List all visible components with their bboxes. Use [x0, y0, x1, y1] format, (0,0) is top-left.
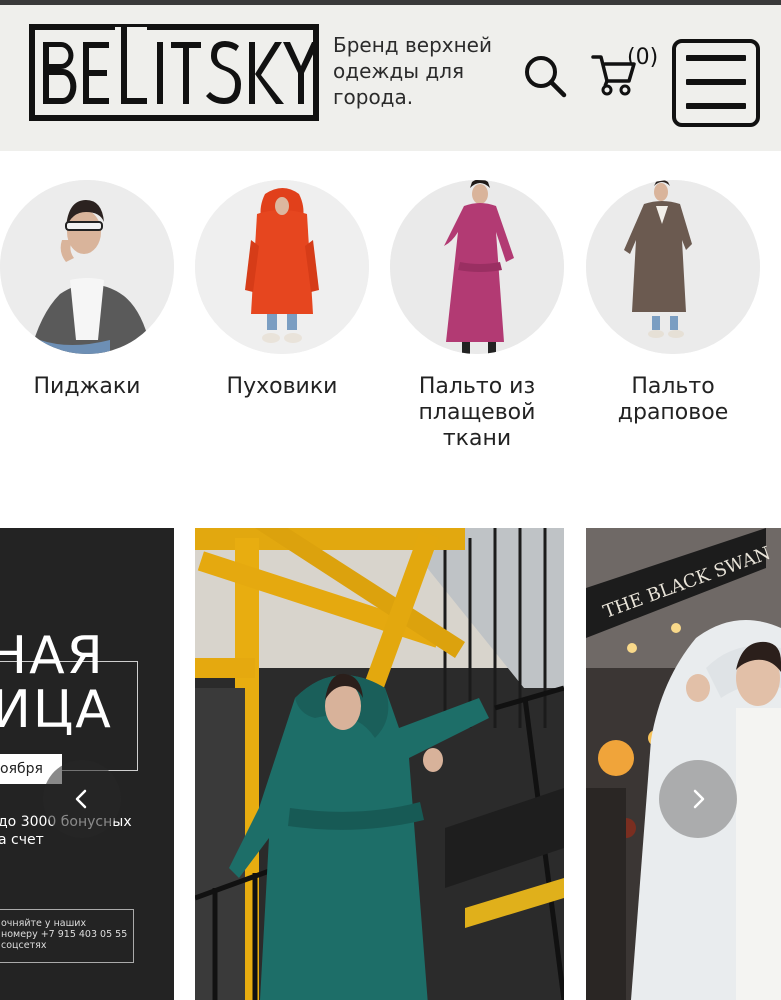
promo-carousel: НАЯ ИЦА оября до 3000 бонусных а счет оч…: [0, 528, 781, 1000]
category-image-wool-coats: [586, 180, 760, 354]
category-label: Пуховики: [226, 374, 338, 399]
category-label: Пиджаки: [33, 374, 141, 399]
category-image-blazers: [0, 180, 174, 354]
menu-button[interactable]: [672, 39, 760, 127]
promo-info-line3: соцсетях: [1, 940, 47, 951]
category-item-wool-coats[interactable]: Пальто драповое: [586, 180, 760, 426]
cart-count-badge: (0): [627, 45, 659, 70]
category-list: Пиджаки Пуховики Пальто из плащевой ткан…: [0, 151, 781, 528]
carousel-next-button[interactable]: [659, 760, 737, 838]
teal-coat-photo: [195, 528, 564, 1000]
category-item-raincoats[interactable]: Пальто из плащевой ткани: [390, 180, 564, 452]
category-image-raincoats: [390, 180, 564, 354]
promo-info-line1: очняйте у наших: [1, 918, 87, 929]
promo-info-box: очняйте у наших номеру +7 915 403 05 55 …: [0, 909, 134, 963]
menu-bar: [686, 79, 746, 85]
carousel-prev-button[interactable]: [43, 760, 121, 838]
category-image-puffers: [195, 180, 369, 354]
search-icon: [525, 56, 567, 98]
category-label: Пальто из плащевой ткани: [418, 374, 536, 451]
menu-bar: [686, 55, 746, 61]
banner-photo-teal-coat[interactable]: [195, 528, 564, 1000]
promo-title-line2: ИЦА: [0, 680, 113, 740]
promo-info-line2: номеру +7 915 403 05 55: [1, 929, 128, 940]
category-item-puffers[interactable]: Пуховики: [195, 180, 369, 400]
search-button[interactable]: [522, 53, 568, 99]
brand-logo[interactable]: [29, 24, 319, 121]
category-item-blazers[interactable]: Пиджаки: [0, 180, 174, 400]
chevron-left-icon: [75, 789, 87, 809]
cart-button[interactable]: (0): [590, 45, 660, 99]
category-label: Пальто драповое: [617, 374, 729, 425]
menu-bar: [686, 103, 746, 109]
chevron-right-icon: [693, 789, 705, 809]
brand-tagline: Бренд верхней одежды для города.: [333, 33, 492, 109]
site-header: Бренд верхней одежды для города. (0): [0, 5, 781, 151]
promo-title-line1: НАЯ: [0, 626, 105, 686]
